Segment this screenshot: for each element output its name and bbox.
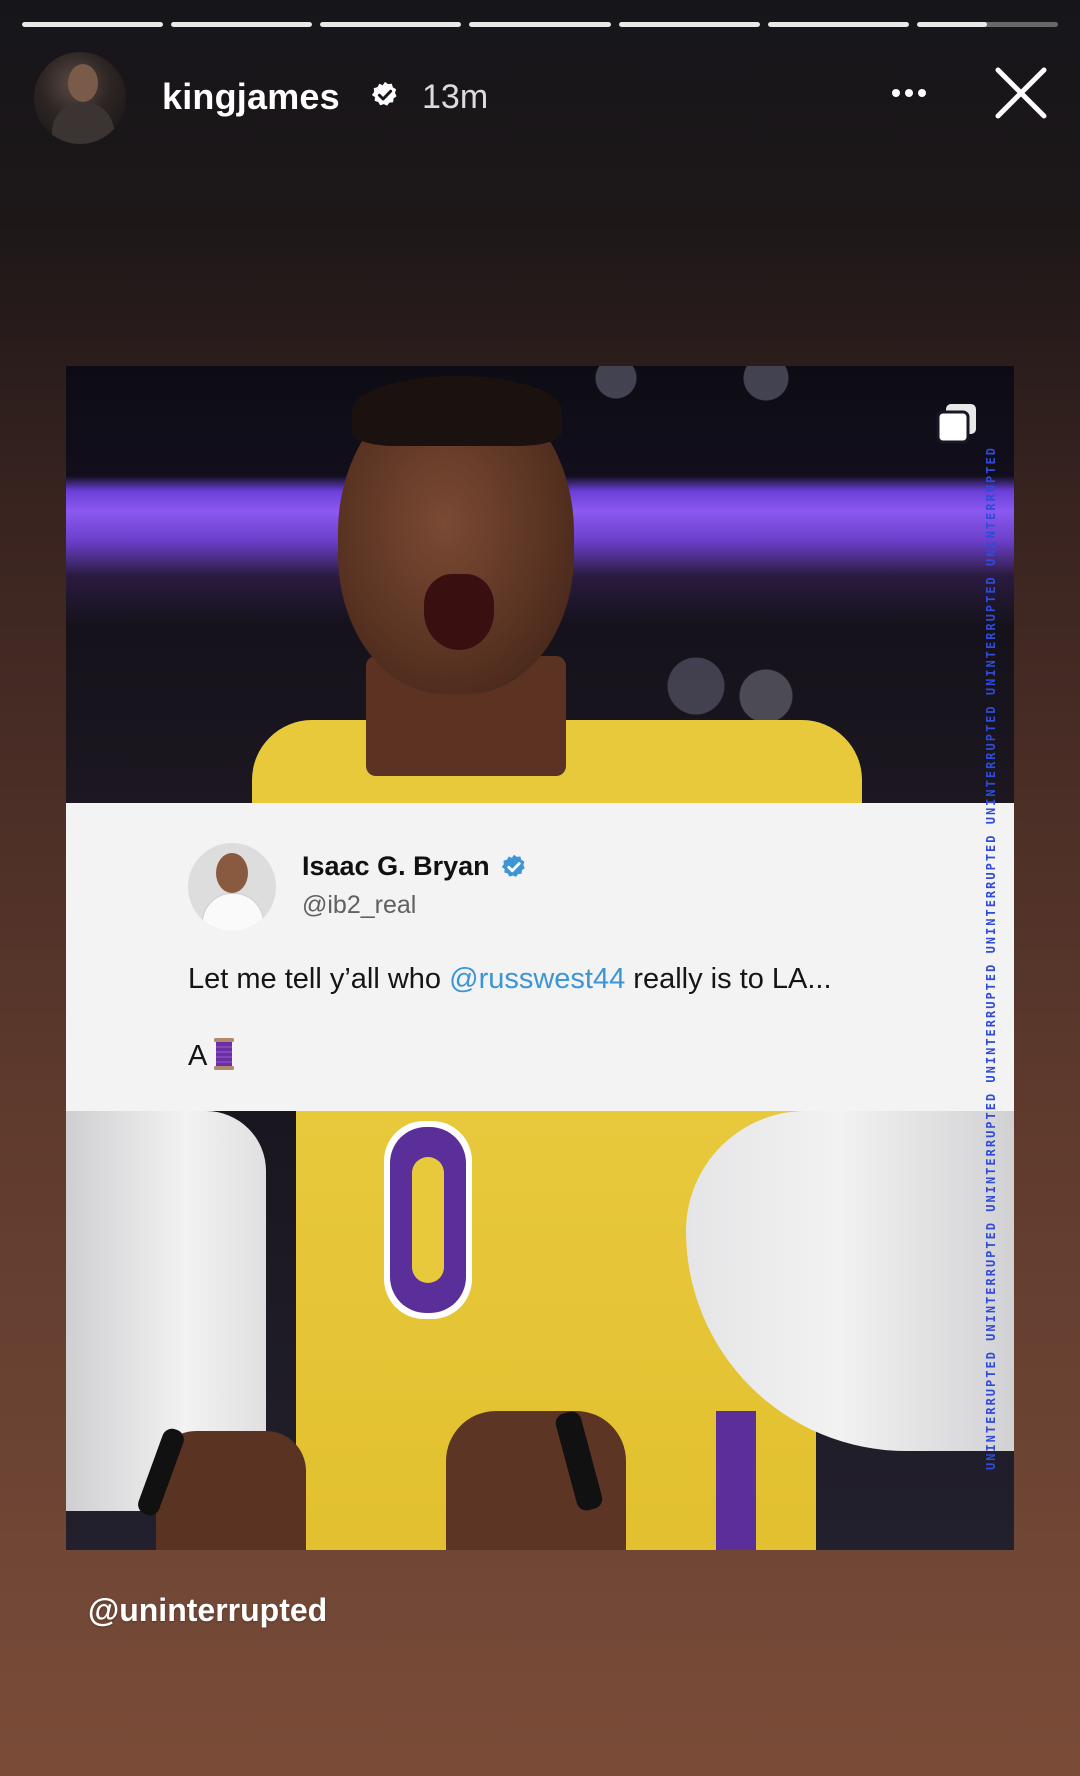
post-photo-top — [66, 366, 1014, 810]
shared-post[interactable]: Isaac G. Bryan @ib2_real Let me tell y’a… — [66, 366, 1014, 1550]
progress-segment — [171, 22, 313, 27]
player-hair — [352, 376, 562, 446]
close-icon[interactable] — [990, 62, 1052, 124]
tweet-verified-icon — [501, 854, 525, 877]
progress-segment — [618, 22, 760, 27]
progress-segment — [320, 22, 462, 27]
thread-spool-icon — [214, 1038, 235, 1070]
avatar[interactable] — [34, 52, 126, 144]
story-header: kingjames 13m — [34, 50, 1054, 146]
tweet-mention-link: @russwest44 — [449, 963, 626, 995]
jersey-side-stripe — [716, 1411, 756, 1550]
tweet-avatar-body — [202, 893, 264, 931]
jersey-collar — [366, 720, 566, 750]
multiple-posts-icon — [936, 404, 976, 444]
progress-segment — [469, 22, 611, 27]
tweet-text-after: really is to LA... — [625, 963, 832, 995]
progress-segment — [916, 22, 1058, 27]
jersey-number — [384, 1121, 472, 1319]
tweet-card: Isaac G. Bryan @ib2_real Let me tell y’a… — [66, 803, 1014, 1111]
progress-segment-fill — [767, 22, 909, 27]
tweet-author-handle: @ib2_real — [302, 891, 417, 919]
tweet-author-name: Isaac G. Bryan — [302, 851, 490, 881]
progress-segment-fill — [171, 22, 313, 27]
verified-badge-icon — [371, 81, 397, 106]
uninterrupted-watermark: UNINTERRUPTED UNINTERRUPTED UNINTERRUPTE… — [984, 446, 998, 1470]
progress-segment-fill — [618, 22, 760, 27]
avatar-body — [52, 102, 114, 144]
more-options-icon[interactable] — [884, 78, 934, 108]
tweet-avatar-face — [216, 853, 248, 893]
tweet-line-2: A — [188, 1037, 235, 1073]
right-fist — [446, 1411, 626, 1550]
username[interactable]: kingjames — [162, 76, 340, 118]
progress-segment-fill — [916, 22, 988, 27]
mention-sticker[interactable]: @uninterrupted — [88, 1592, 327, 1629]
tweet-text-before: Let me tell y’all who — [188, 963, 450, 995]
progress-segment-fill — [320, 22, 462, 27]
tweet-author-avatar — [188, 843, 276, 931]
post-time: 13m — [422, 78, 489, 116]
progress-segment — [767, 22, 909, 27]
story-progress-bar — [22, 22, 1058, 27]
tweet-text: Let me tell y’all who @russwest44 really… — [188, 963, 832, 996]
progress-segment-fill — [469, 22, 611, 27]
tweet-line-2-text: A — [188, 1040, 208, 1072]
progress-segment — [22, 22, 164, 27]
post-photo-bottom — [66, 1111, 1014, 1550]
progress-segment-fill — [22, 22, 164, 27]
player-mouth — [424, 574, 494, 650]
avatar-face — [68, 64, 98, 102]
